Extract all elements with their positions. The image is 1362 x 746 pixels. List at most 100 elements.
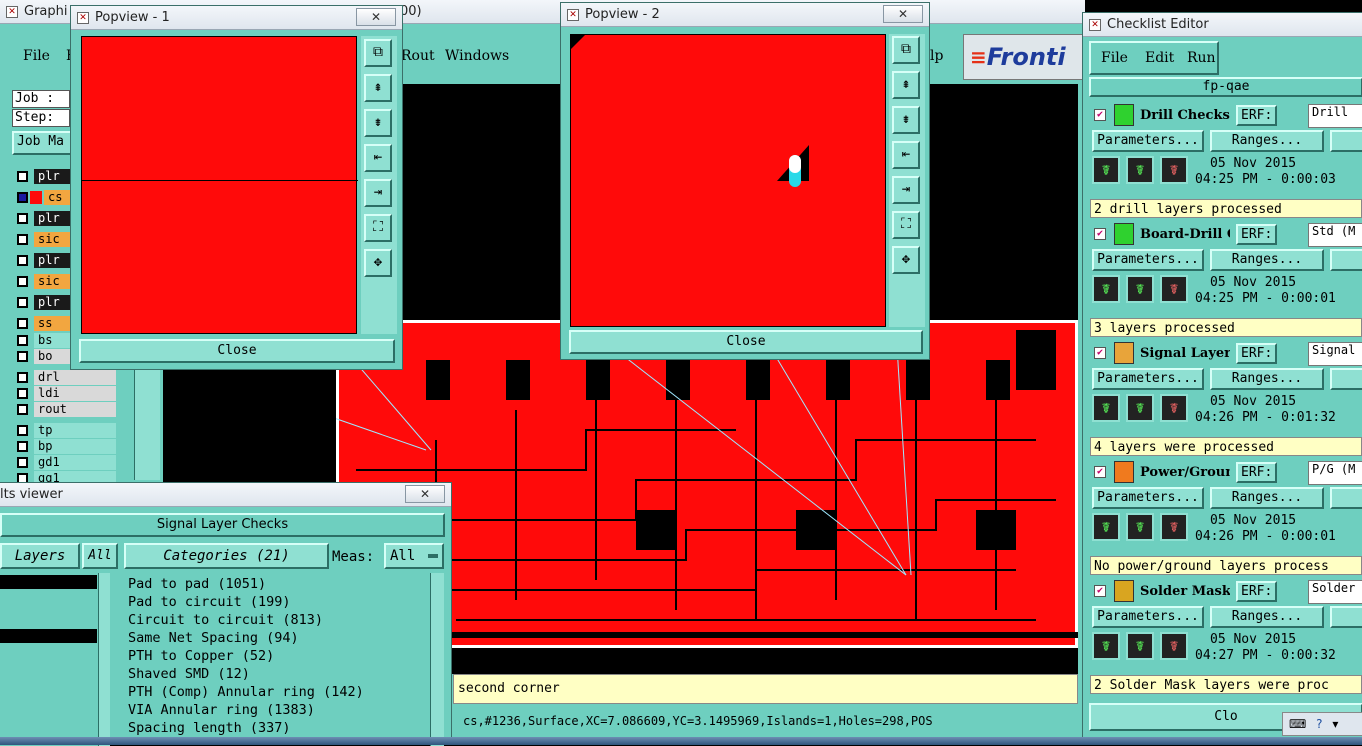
ranges-button[interactable]: Ranges... <box>1210 487 1324 509</box>
checklist-action-name[interactable]: Power/Ground C <box>1140 465 1230 480</box>
layer-checkbox[interactable] <box>17 192 28 203</box>
results-layer-item[interactable] <box>0 575 97 589</box>
erf-value[interactable]: P/G (M <box>1308 461 1362 485</box>
popview-2-canvas[interactable] <box>570 34 886 327</box>
parameters-button[interactable]: Parameters... <box>1092 130 1204 152</box>
tab-categories[interactable]: Categories (21) <box>124 543 329 569</box>
run-step-icon[interactable]: ☤ <box>1126 275 1154 303</box>
extra-button[interactable] <box>1330 368 1362 390</box>
checklist-action-name[interactable]: Signal Layer Ch <box>1140 346 1230 361</box>
category-item[interactable]: PTH to Copper (52) <box>128 647 432 665</box>
menu-file[interactable]: File <box>23 48 50 64</box>
checklist-action-name[interactable]: Board-Drill Che <box>1140 227 1230 242</box>
results-categories-scrollbar[interactable] <box>430 573 444 746</box>
layer-row[interactable]: drl <box>14 369 116 386</box>
results-viewer-close-x-button[interactable]: ✕ <box>405 485 445 503</box>
popview-2-move-down-icon[interactable]: ⇟ <box>892 106 920 134</box>
run-stop-icon[interactable]: ☤ <box>1160 275 1188 303</box>
erf-value[interactable]: Drill <box>1308 104 1362 128</box>
parameters-button[interactable]: Parameters... <box>1092 249 1204 271</box>
layer-checkbox[interactable] <box>17 425 28 436</box>
checklist-menu-file[interactable]: File <box>1101 50 1128 66</box>
erf-value[interactable]: Solder <box>1308 580 1362 604</box>
run-icon[interactable]: ☤ <box>1092 513 1120 541</box>
results-layer-item[interactable] <box>0 629 97 643</box>
popview-2-move-left-icon[interactable]: ⇤ <box>892 141 920 169</box>
category-item[interactable]: PTH (Comp) Annular ring (142) <box>128 683 432 701</box>
layer-row[interactable]: bp <box>14 438 116 455</box>
extra-button[interactable] <box>1330 606 1362 628</box>
run-stop-icon[interactable]: ☤ <box>1160 632 1188 660</box>
ranges-button[interactable]: Ranges... <box>1210 368 1324 390</box>
layer-checkbox[interactable] <box>17 255 28 266</box>
results-layers-list[interactable] <box>0 573 110 746</box>
results-layers-scrollbar[interactable] <box>98 573 110 746</box>
popview-1-canvas[interactable] <box>81 36 358 334</box>
layer-checkbox[interactable] <box>17 388 28 399</box>
chevron-down-icon[interactable]: ▾ <box>1332 717 1338 731</box>
layer-row[interactable]: gd1 <box>14 454 116 471</box>
category-item[interactable]: Shaved SMD (12) <box>128 665 432 683</box>
checklist-action-checkbox[interactable]: ✔ <box>1094 347 1106 359</box>
popview-2-move-up-icon[interactable]: ⇞ <box>892 71 920 99</box>
popview-2-pan-icon[interactable]: ✥ <box>892 246 920 274</box>
checklist-action-checkbox[interactable]: ✔ <box>1094 109 1106 121</box>
erf-value[interactable]: Std (M <box>1308 223 1362 247</box>
ranges-button[interactable]: Ranges... <box>1210 606 1324 628</box>
popview-2-window-icon[interactable]: ⧉ <box>892 36 920 64</box>
popview-1-window-icon[interactable]: ⧉ <box>364 39 392 67</box>
popview-1-pan-icon[interactable]: ✥ <box>364 249 392 277</box>
popview-1-move-left-icon[interactable]: ⇤ <box>364 144 392 172</box>
run-icon[interactable]: ☤ <box>1092 394 1120 422</box>
run-icon[interactable]: ☤ <box>1092 275 1120 303</box>
run-step-icon[interactable]: ☤ <box>1126 632 1154 660</box>
checklist-menu-edit[interactable]: Edit <box>1145 50 1174 66</box>
category-item[interactable]: VIA Annular ring (1383) <box>128 701 432 719</box>
erf-button[interactable]: ERF: <box>1236 461 1278 483</box>
erf-button[interactable]: ERF: <box>1236 223 1278 245</box>
run-step-icon[interactable]: ☤ <box>1126 156 1154 184</box>
erf-button[interactable]: ERF: <box>1236 580 1278 602</box>
layer-checkbox[interactable] <box>17 297 28 308</box>
tab-layers[interactable]: Layers <box>0 543 80 569</box>
ranges-button[interactable]: Ranges... <box>1210 130 1324 152</box>
erf-value[interactable]: Signal <box>1308 342 1362 366</box>
parameters-button[interactable]: Parameters... <box>1092 487 1204 509</box>
layer-checkbox[interactable] <box>17 213 28 224</box>
erf-button[interactable]: ERF: <box>1236 342 1278 364</box>
tab-layers-all[interactable]: All <box>82 543 118 569</box>
layer-checkbox[interactable] <box>17 351 28 362</box>
checklist-action-checkbox[interactable]: ✔ <box>1094 228 1106 240</box>
run-icon[interactable]: ☤ <box>1092 632 1120 660</box>
layer-checkbox[interactable] <box>17 441 28 452</box>
layer-checkbox[interactable] <box>17 234 28 245</box>
popview-2-fit-icon[interactable]: ⛶ <box>892 211 920 239</box>
menu-windows[interactable]: Windows <box>445 48 509 64</box>
category-item[interactable]: Same Net Spacing (94) <box>128 629 432 647</box>
popview-2-close-button[interactable]: Close <box>569 330 923 354</box>
checklist-action-checkbox[interactable]: ✔ <box>1094 585 1106 597</box>
category-item[interactable]: Pad to circuit (199) <box>128 593 432 611</box>
popview-1-move-right-icon[interactable]: ⇥ <box>364 179 392 207</box>
extra-button[interactable] <box>1330 130 1362 152</box>
layer-checkbox[interactable] <box>17 171 28 182</box>
layer-row[interactable]: ldi <box>14 385 116 402</box>
parameters-button[interactable]: Parameters... <box>1092 606 1204 628</box>
checklist-menu-run[interactable]: Run <box>1187 50 1216 66</box>
layer-row[interactable]: rout <box>14 401 116 418</box>
help-icon[interactable]: ? <box>1316 717 1322 731</box>
extra-button[interactable] <box>1330 249 1362 271</box>
run-step-icon[interactable]: ☤ <box>1126 513 1154 541</box>
layer-checkbox[interactable] <box>17 335 28 346</box>
category-item[interactable]: Circuit to circuit (813) <box>128 611 432 629</box>
run-step-icon[interactable]: ☤ <box>1126 394 1154 422</box>
popview-1-move-down-icon[interactable]: ⇟ <box>364 109 392 137</box>
checklist-action-checkbox[interactable]: ✔ <box>1094 466 1106 478</box>
job-manager-button[interactable]: Job Ma <box>12 131 72 155</box>
parameters-button[interactable]: Parameters... <box>1092 368 1204 390</box>
run-stop-icon[interactable]: ☤ <box>1160 513 1188 541</box>
keyboard-icon[interactable]: ⌨ <box>1289 717 1306 731</box>
layer-row[interactable]: tp <box>14 422 116 439</box>
run-stop-icon[interactable]: ☤ <box>1160 394 1188 422</box>
popview-1-fit-icon[interactable]: ⛶ <box>364 214 392 242</box>
